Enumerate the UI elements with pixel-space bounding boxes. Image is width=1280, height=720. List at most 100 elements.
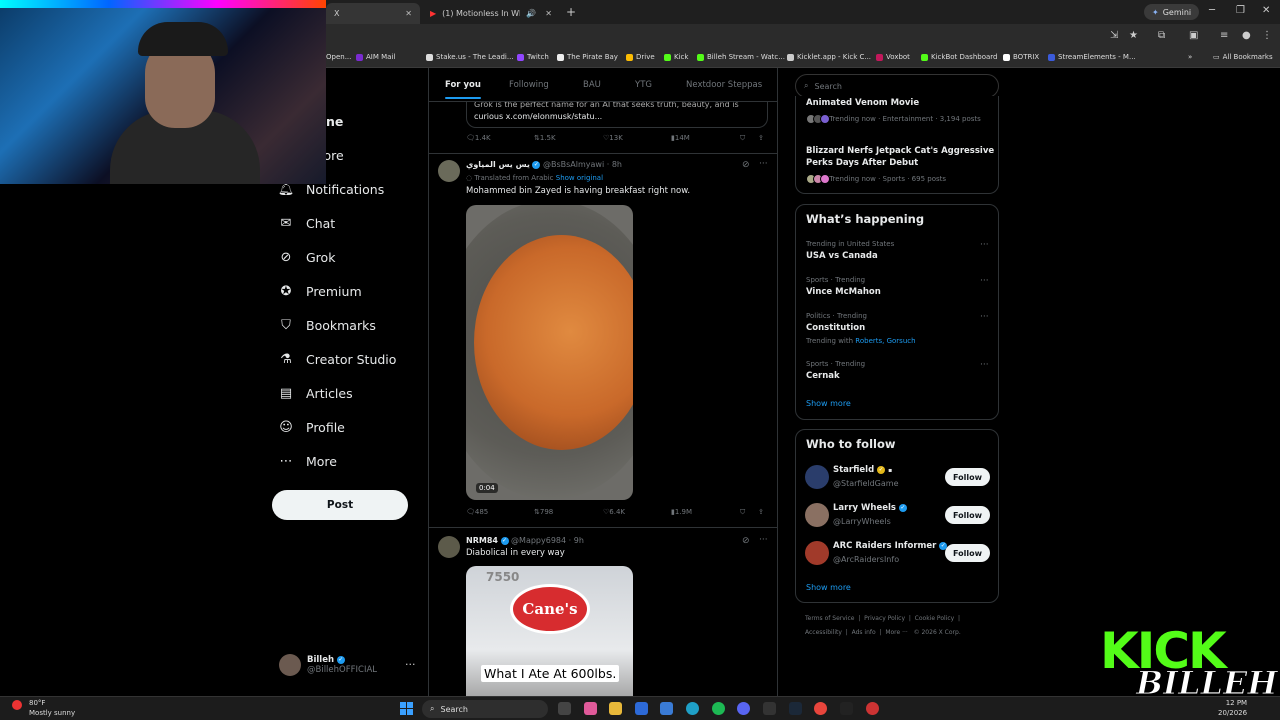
nav-more[interactable]: ⋯ More (279, 454, 338, 469)
tab-nextdoor-steppas[interactable]: Nextdoor Steppas (686, 80, 762, 90)
more-dots-icon[interactable]: ··· (980, 276, 989, 286)
edge-icon[interactable] (686, 702, 699, 715)
sidepanel-icon[interactable]: ▣ (1189, 30, 1198, 41)
author-name[interactable]: يس يس المياوي (466, 160, 530, 169)
reply-button[interactable]: 🗨︎ 1.4K (466, 134, 491, 142)
tweet-video[interactable]: 0:04 (466, 205, 633, 500)
author-handle[interactable]: @BsBsAlmyawi (543, 160, 604, 169)
tweet-time[interactable]: · 9h (569, 536, 584, 545)
obs-icon[interactable] (866, 702, 879, 715)
bookmark-item[interactable]: Open... (326, 53, 351, 61)
bookmark-item[interactable]: The Pirate Bay (557, 53, 618, 61)
bookmark-icon[interactable]: ⛉ (740, 134, 745, 143)
footer-link[interactable]: Privacy Policy (864, 615, 905, 622)
reply-button[interactable]: 🗨︎ 485 (466, 508, 488, 516)
bookmark-item[interactable]: KickBot Dashboard (921, 53, 997, 61)
minimize-icon[interactable]: ─ (1209, 5, 1215, 16)
more-dots-icon[interactable]: ··· (980, 240, 989, 250)
avatar[interactable] (438, 536, 460, 558)
windows-start-icon[interactable] (400, 702, 413, 715)
nav-creator-studio[interactable]: ⚗ Creator Studio (279, 352, 396, 367)
follow-button[interactable]: Follow (945, 506, 990, 524)
nav-profile[interactable]: ☺ Profile (279, 420, 345, 435)
tab-bau[interactable]: BAU (583, 80, 601, 90)
share-icon[interactable]: ⇪ (758, 508, 764, 516)
grok-icon[interactable]: ⊘ (742, 536, 750, 546)
tab-x[interactable]: X ✕ (326, 3, 420, 24)
show-more-link[interactable]: Show more (806, 583, 851, 592)
footer-link[interactable]: Cookie Policy (915, 615, 955, 622)
search-input[interactable]: ⌕ Search (795, 74, 999, 98)
nav-notifications[interactable]: 🔔︎ Notifications (278, 182, 385, 197)
repost-button[interactable]: ⇅ 1.5K (534, 134, 556, 142)
follow-name-row[interactable]: Starfield ✓ ▪ (833, 465, 892, 475)
close-icon[interactable]: ✕ (405, 9, 412, 18)
bookmark-item[interactable]: StreamElements - M... (1048, 53, 1136, 61)
tweet-time[interactable]: · 8h (607, 160, 622, 169)
avatar[interactable] (805, 465, 829, 489)
like-button[interactable]: ♡ 6.4K (603, 508, 625, 516)
views-button[interactable]: ▮ 14M (671, 134, 690, 142)
star-icon[interactable]: ★ (1129, 30, 1138, 41)
spotify-icon[interactable] (712, 702, 725, 715)
weather-widget[interactable]: 80°F Mostly sunny (12, 698, 75, 718)
close-icon[interactable]: ✕ (545, 9, 552, 18)
media-icon[interactable]: ≡ (1220, 30, 1228, 41)
epic-games-icon[interactable] (840, 702, 853, 715)
nav-bookmarks[interactable]: ⛉ Bookmarks (279, 318, 376, 333)
footer-link[interactable]: Ads info (852, 629, 876, 636)
trend-name[interactable]: Constitution (806, 323, 865, 333)
taskbar-search[interactable]: ⌕ Search (422, 700, 548, 718)
account-switcher[interactable]: Billeh ✓ @BillehOFFICIAL ··· (279, 654, 416, 676)
copilot-icon[interactable] (584, 702, 597, 715)
more-dots-icon[interactable]: ··· (405, 658, 416, 671)
show-more-link[interactable]: Show more (806, 399, 851, 408)
views-button[interactable]: ▮ 1.9M (671, 508, 692, 516)
nav-grok[interactable]: ⊘ Grok (279, 250, 336, 265)
follow-button[interactable]: Follow (945, 468, 990, 486)
profile-icon[interactable]: ● (1242, 30, 1251, 41)
tab-youtube[interactable]: ▶ (1) Motionless In White- Cl 🔊 ✕ (422, 3, 560, 24)
bookmark-item[interactable]: Stake.us - The Leadi... (426, 53, 514, 61)
bookmark-item[interactable]: Kicklet.app - Kick C... (787, 53, 871, 61)
all-bookmarks[interactable]: ▭ All Bookmarks (1213, 53, 1273, 61)
footer-link[interactable]: Terms of Service (805, 615, 854, 622)
bookmark-item[interactable]: Twitch (517, 53, 549, 61)
trend-title[interactable]: Animated Venom Movie (806, 98, 919, 108)
task-view-icon[interactable] (558, 702, 571, 715)
quoted-tweet[interactable]: Grok is the perfect name for an AI that … (466, 102, 768, 128)
trend-name[interactable]: USA vs Canada (806, 251, 878, 261)
discord-icon[interactable] (737, 702, 750, 715)
bookmark-item[interactable]: AIM Mail (356, 53, 395, 61)
more-dots-icon[interactable]: ··· (980, 360, 989, 370)
nav-premium[interactable]: ✪ Premium (279, 284, 362, 299)
repost-button[interactable]: ⇅ 798 (534, 508, 553, 516)
follow-name-row[interactable]: Larry Wheels ✓ (833, 503, 907, 513)
bookmark-item[interactable]: Voxbot (876, 53, 910, 61)
nav-chat[interactable]: ✉ Chat (279, 216, 336, 231)
new-tab-button[interactable]: + (566, 5, 576, 19)
menu-icon[interactable]: ⋮ (1262, 30, 1272, 41)
gemini-button[interactable]: ✦ Gemini (1144, 4, 1200, 20)
speaker-icon[interactable]: 🔊 (526, 9, 536, 18)
tab-following[interactable]: Following (509, 80, 549, 90)
more-dots-icon[interactable]: ··· (759, 159, 768, 169)
bookmark-item[interactable]: Kick (664, 53, 688, 61)
bookmark-item[interactable]: Drive (626, 53, 655, 61)
clock[interactable]: 12 PM 20/2026 (1218, 698, 1247, 718)
bookmark-item[interactable]: BOTRIX (1003, 53, 1039, 61)
avatar[interactable] (438, 160, 460, 182)
share-icon[interactable]: ⇪ (758, 134, 764, 142)
footer-link[interactable]: Accessibility (805, 629, 842, 636)
post-button[interactable]: Post (272, 490, 408, 520)
nav-articles[interactable]: ▤ Articles (279, 386, 353, 401)
avatar[interactable] (805, 541, 829, 565)
outlook-icon[interactable] (660, 702, 673, 715)
tab-ytg[interactable]: YTG (635, 80, 652, 90)
bookmark-item[interactable]: Billeh Stream - Watc... (697, 53, 785, 61)
chevron-right-icon[interactable]: » (1188, 53, 1192, 61)
author-name[interactable]: NRM84 (466, 536, 498, 545)
like-button[interactable]: ♡ 13K (603, 134, 623, 142)
avatar[interactable] (805, 503, 829, 527)
trend-name[interactable]: Cernak (806, 371, 840, 381)
